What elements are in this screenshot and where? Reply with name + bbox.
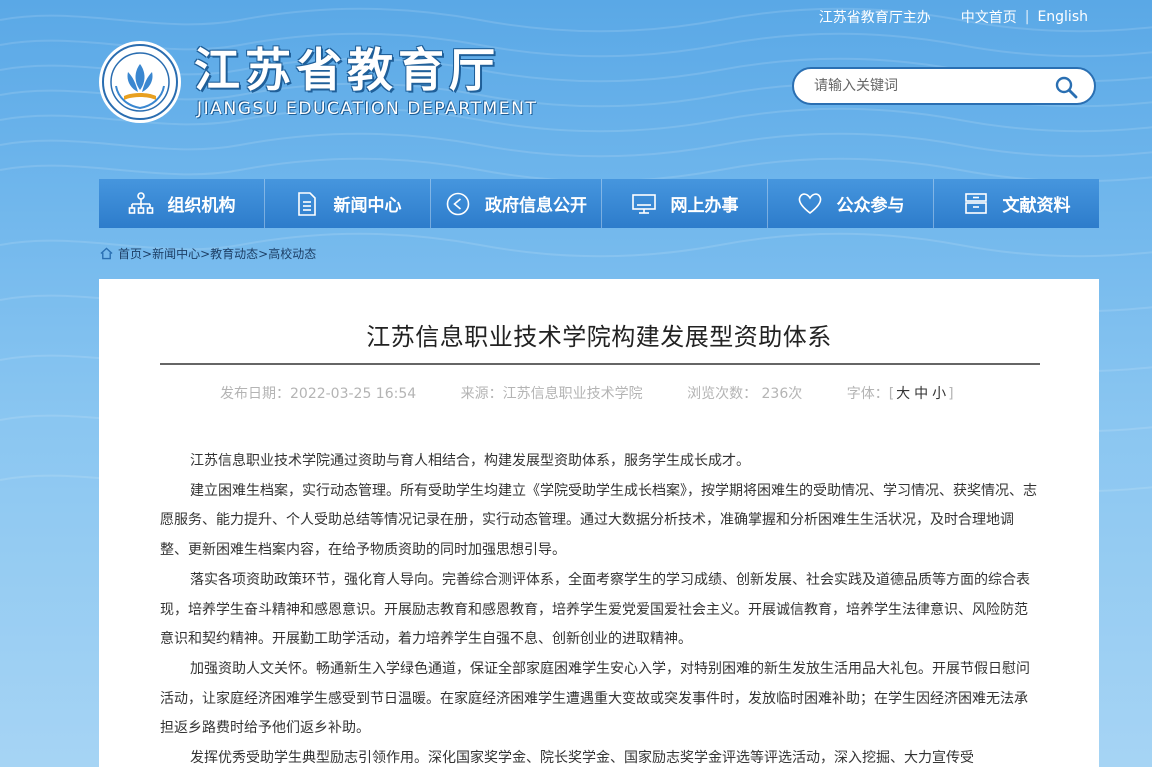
font-bracket-open: [	[888, 386, 895, 402]
document-icon	[297, 191, 316, 216]
font-size-label: 字体：	[846, 386, 889, 402]
breadcrumb-separator: >	[258, 246, 269, 261]
site-logo-cn[interactable]: 江苏省教育厅	[194, 42, 500, 98]
sponsor-link[interactable]: 江苏省教育厅主办	[819, 7, 931, 27]
main-nav: 组织机构 新闻中心 政府信息公开 网上办事 公众参与 文献资料	[99, 179, 1099, 228]
search-icon[interactable]	[1054, 75, 1078, 99]
site-logo-en: JIANGSU EDUCATION DEPARTMENT	[197, 99, 538, 119]
link-separator: |	[1024, 9, 1030, 25]
breadcrumb-separator: >	[200, 246, 211, 261]
nav-item-news[interactable]: 新闻中心	[265, 179, 431, 228]
nav-item-documents[interactable]: 文献资料	[934, 179, 1099, 228]
nav-item-online-service[interactable]: 网上办事	[602, 179, 768, 228]
heart-icon	[798, 192, 821, 214]
search-box	[792, 67, 1096, 105]
nav-item-organization[interactable]: 组织机构	[99, 179, 265, 228]
article-paragraph: 建立困难生档案，实行动态管理。所有受助学生均建立《学院受助学生成长档案》，按学期…	[160, 482, 1037, 559]
nav-item-public-participation[interactable]: 公众参与	[768, 179, 934, 228]
nav-label: 新闻中心	[333, 196, 402, 216]
breadcrumb-edu-news[interactable]: 教育动态	[210, 245, 258, 262]
english-link[interactable]: English	[1037, 9, 1088, 25]
play-circle-icon	[446, 192, 470, 215]
font-small-button[interactable]: 小	[932, 386, 946, 402]
nav-label: 组织机构	[167, 196, 236, 216]
article-body: 江苏信息职业技术学院通过资助与育人相结合，构建发展型资助体系，服务学生成长成才。…	[160, 447, 1040, 767]
publish-date: 发布日期：2022-03-25 16:54	[220, 386, 417, 402]
article-paragraph: 发挥优秀受助学生典型励志引领作用。深化国家奖学金、院长奖学金、国家励志奖学金评选…	[190, 750, 974, 767]
breadcrumb-news[interactable]: 新闻中心	[152, 245, 200, 262]
article-source: 来源：江苏信息职业技术学院	[460, 386, 643, 402]
article-meta: 发布日期：2022-03-25 16:54 来源：江苏信息职业技术学院 浏览次数…	[220, 383, 954, 403]
org-chart-icon	[128, 191, 153, 214]
nav-label: 政府信息公开	[485, 196, 587, 216]
title-divider	[160, 363, 1040, 365]
chinese-home-link[interactable]: 中文首页	[961, 7, 1017, 27]
article-title: 江苏信息职业技术学院构建发展型资助体系	[366, 323, 832, 351]
breadcrumb-separator: >	[142, 246, 153, 261]
search-input[interactable]	[812, 77, 1036, 95]
top-links: 江苏省教育厅主办 中文首页 | English	[819, 7, 1088, 27]
article-paragraph: 加强资助人文关怀。畅通新生入学绿色通道，保证全部家庭困难学生安心入学，对特别困难…	[160, 660, 1030, 737]
archive-icon	[964, 192, 987, 214]
nav-item-gov-info[interactable]: 政府信息公开	[431, 179, 602, 228]
nav-label: 文献资料	[1002, 196, 1071, 216]
article-paragraph: 江苏信息职业技术学院通过资助与育人相结合，构建发展型资助体系，服务学生成长成才。	[190, 453, 750, 469]
breadcrumb-university-news[interactable]: 高校动态	[268, 245, 316, 262]
breadcrumb-home[interactable]: 首页	[118, 245, 142, 262]
home-icon	[100, 247, 113, 260]
monitor-icon	[631, 193, 656, 214]
font-bracket-close: ]	[948, 386, 954, 402]
nav-label: 公众参与	[836, 196, 905, 216]
font-large-button[interactable]: 大	[896, 386, 910, 402]
article-panel: 江苏信息职业技术学院构建发展型资助体系 发布日期：2022-03-25 16:5…	[99, 279, 1099, 767]
breadcrumb: 首页 > 新闻中心 > 教育动态 > 高校动态	[100, 245, 316, 262]
font-medium-button[interactable]: 中	[914, 386, 928, 402]
nav-label: 网上办事	[670, 196, 739, 216]
view-count: 浏览次数： 236次	[687, 386, 803, 402]
article-paragraph: 落实各项资助政策环节，强化育人导向。完善综合测评体系，全面考察学生的学习成绩、创…	[160, 571, 1030, 648]
emblem-logo-icon[interactable]	[98, 40, 182, 124]
